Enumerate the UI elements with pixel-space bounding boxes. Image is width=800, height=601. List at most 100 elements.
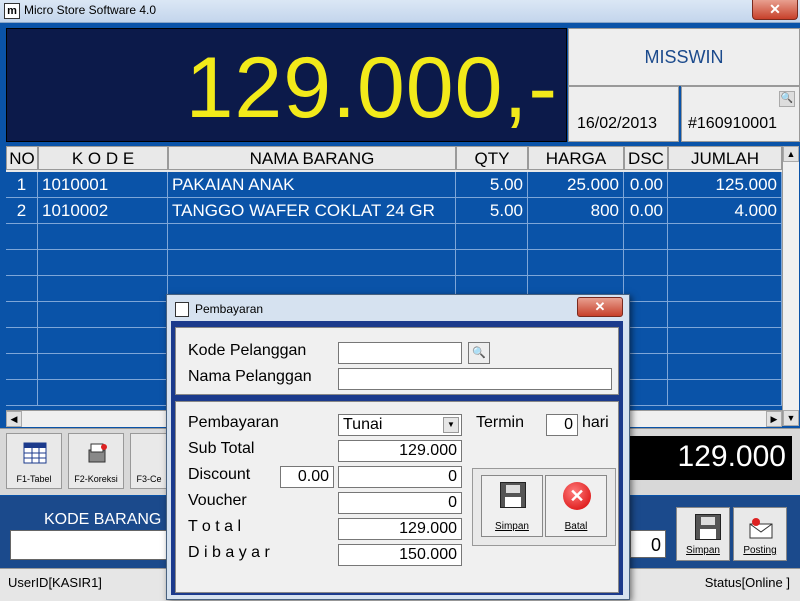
f1-tabel-button[interactable]: F1-Tabel — [6, 433, 62, 489]
cell-empty — [668, 224, 782, 250]
transaction-date: 16/02/2013 — [577, 115, 658, 132]
table-row[interactable]: 1 1010001 PAKAIAN ANAK 5.00 25.000 0.00 … — [6, 172, 782, 198]
cell-empty — [6, 276, 38, 302]
posting-label: Posting — [743, 545, 777, 556]
sum-amount: 129.000 — [677, 440, 786, 473]
pembayaran-select[interactable]: Tunai ▼ — [338, 414, 462, 436]
f2-koreksi-button[interactable]: F2-Koreksi — [68, 433, 124, 489]
table-row[interactable]: 2 1010002 TANGGO WAFER COKLAT 24 GR 5.00… — [6, 198, 782, 224]
scroll-up-icon[interactable]: ▲ — [783, 146, 799, 162]
f3-button[interactable]: F3-Ce — [130, 433, 168, 489]
col-header-dsc[interactable]: DSC — [624, 146, 668, 170]
qty-input[interactable]: 0 — [630, 530, 666, 558]
table-row-empty[interactable] — [6, 224, 782, 250]
f3-label: F3-Ce — [136, 474, 162, 484]
scroll-left-icon[interactable]: ◀ — [6, 411, 22, 427]
termin-input[interactable]: 0 — [546, 414, 578, 436]
cell-jumlah: 4.000 — [668, 198, 782, 224]
cell-empty — [668, 328, 782, 354]
store-name: MISSWIN — [644, 47, 724, 67]
search-icon[interactable]: 🔍 — [468, 342, 490, 364]
dialog-close-button[interactable]: ✕ — [577, 297, 623, 317]
cell-empty — [668, 276, 782, 302]
cell-empty — [6, 328, 38, 354]
discount-value-field[interactable]: 0 — [338, 466, 462, 488]
scroll-down-icon[interactable]: ▼ — [783, 410, 799, 426]
posting-button[interactable]: Posting — [733, 507, 787, 561]
cell-empty — [6, 354, 38, 380]
simpan-button[interactable]: Simpan — [676, 507, 730, 561]
cell-empty — [6, 380, 38, 406]
dialog-body: Kode Pelanggan 🔍 Nama Pelanggan Pembayar… — [171, 321, 623, 595]
table-icon — [23, 442, 47, 464]
cell-empty — [38, 224, 168, 250]
cell-kode: 1010002 — [38, 198, 168, 224]
termin-label: Termin — [476, 414, 525, 431]
cell-empty — [528, 224, 624, 250]
cell-empty — [456, 250, 528, 276]
dialog-batal-label: Batal — [564, 521, 588, 532]
col-header-qty[interactable]: QTY — [456, 146, 528, 170]
cell-empty — [624, 354, 668, 380]
f1-tabel-label: F1-Tabel — [16, 474, 52, 484]
subtotal-field: 129.000 — [338, 440, 462, 462]
col-header-nama[interactable]: NAMA BARANG — [168, 146, 456, 170]
dialog-simpan-button[interactable]: Simpan — [481, 475, 543, 537]
dialog-button-group: Simpan ✕ Batal — [472, 468, 616, 546]
voucher-input[interactable]: 0 — [338, 492, 462, 514]
table-row-empty[interactable] — [6, 250, 782, 276]
dialog-simpan-label: Simpan — [495, 521, 529, 532]
kode-barang-input[interactable] — [10, 530, 192, 560]
cell-empty — [168, 224, 456, 250]
invoice-number: #160910001 — [688, 115, 777, 132]
cell-empty — [668, 380, 782, 406]
cell-empty — [456, 224, 528, 250]
cell-empty — [38, 354, 168, 380]
customer-section: Kode Pelanggan 🔍 Nama Pelanggan — [175, 327, 619, 395]
cell-empty — [38, 302, 168, 328]
cell-no: 1 — [6, 172, 38, 198]
cell-kode: 1010001 — [38, 172, 168, 198]
date-panel: 16/02/2013 — [568, 86, 679, 142]
cell-jumlah: 125.000 — [668, 172, 782, 198]
store-panel: MISSWIN — [568, 28, 800, 86]
kode-pelanggan-label: Kode Pelanggan — [188, 342, 307, 359]
cell-empty — [624, 302, 668, 328]
nama-pelanggan-input[interactable] — [338, 368, 612, 390]
subtotal-label: Sub Total — [188, 440, 255, 457]
scroll-right-icon[interactable]: ▶ — [766, 411, 782, 427]
correction-icon — [88, 443, 107, 463]
chevron-down-icon[interactable]: ▼ — [443, 417, 459, 433]
kode-pelanggan-input[interactable] — [338, 342, 462, 364]
hari-label: hari — [582, 414, 609, 431]
cell-harga: 25.000 — [528, 172, 624, 198]
cell-empty — [624, 328, 668, 354]
dialog-batal-button[interactable]: ✕ Batal — [545, 475, 607, 537]
floppy-disk-icon — [500, 482, 526, 508]
discount-percent-input[interactable]: 0.00 — [280, 466, 334, 488]
connection-status: Status[Online ] — [704, 575, 790, 590]
payment-dialog: Pembayaran ✕ Kode Pelanggan 🔍 Nama Pelan… — [166, 294, 630, 600]
cell-nama: TANGGO WAFER COKLAT 24 GR — [168, 198, 456, 224]
f2-koreksi-label: F2-Koreksi — [74, 474, 118, 484]
window-close-button[interactable]: ✕ — [752, 0, 798, 20]
pembayaran-value: Tunai — [343, 416, 383, 433]
title-bar: m Micro Store Software 4.0 ✕ — [0, 0, 800, 23]
search-icon[interactable]: 🔍 — [779, 91, 795, 107]
discount-label: Discount — [188, 466, 251, 483]
cell-harga: 800 — [528, 198, 624, 224]
cell-dsc: 0.00 — [624, 198, 668, 224]
cell-no: 2 — [6, 198, 38, 224]
dibayar-input[interactable]: 150.000 — [338, 544, 462, 566]
col-header-no[interactable]: NO — [6, 146, 38, 170]
cell-empty — [6, 302, 38, 328]
col-header-jumlah[interactable]: JUMLAH — [668, 146, 782, 170]
grid-header: NO K O D E NAMA BARANG QTY HARGA DSC JUM… — [6, 146, 782, 172]
vertical-scrollbar[interactable]: ▲ ▼ — [782, 146, 799, 426]
dibayar-label: D i b a y a r — [188, 544, 270, 561]
simpan-label: Simpan — [686, 545, 720, 556]
posting-icon — [749, 518, 773, 539]
invoice-panel: 🔍 #160910001 — [681, 86, 800, 142]
col-header-harga[interactable]: HARGA — [528, 146, 624, 170]
col-header-kode[interactable]: K O D E — [38, 146, 168, 170]
